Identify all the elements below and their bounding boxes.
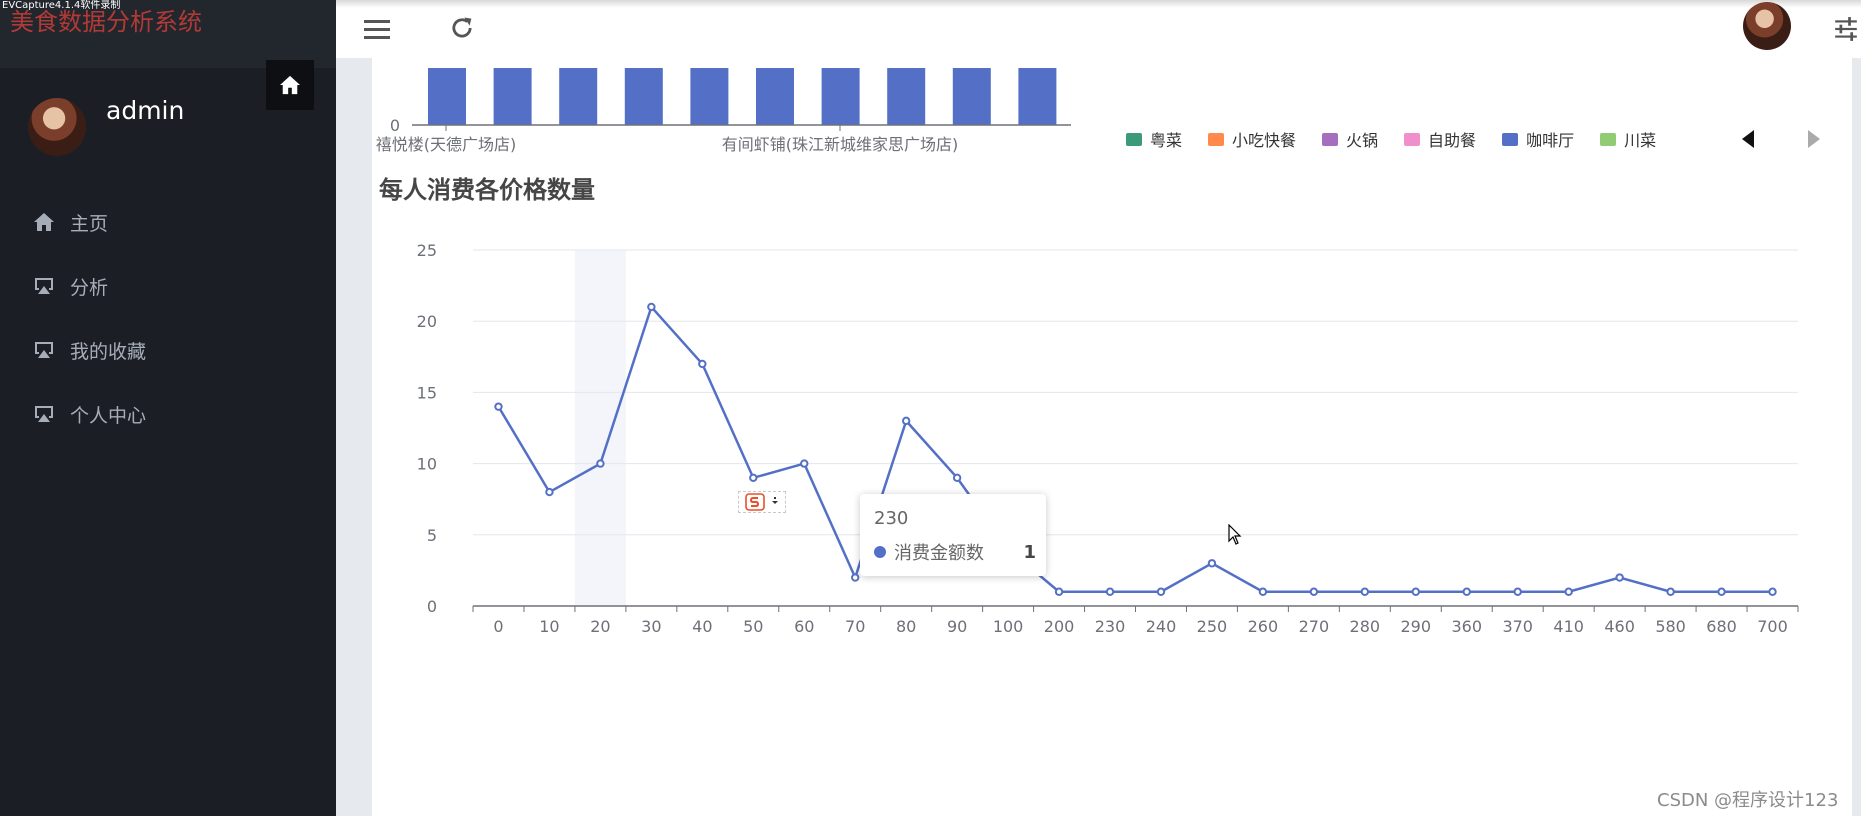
data-point[interactable] [800, 459, 809, 468]
data-point[interactable] [1564, 587, 1573, 596]
data-point[interactable] [1258, 587, 1268, 596]
data-point[interactable] [545, 487, 554, 497]
data-point[interactable] [1462, 587, 1471, 596]
chart-tooltip: 230 消费金额数 1 [860, 494, 1046, 576]
x-tick-label: 700 [1757, 617, 1788, 636]
data-point[interactable] [1156, 587, 1166, 596]
x-tick-label: 60 [794, 617, 814, 636]
x-axis: 0 10 20 30 40 50 60 70 80 90 100 200 230 240 250 260 270… [472, 605, 1799, 636]
x-tick-label: 30 [641, 617, 661, 636]
data-point[interactable] [749, 473, 758, 483]
data-point[interactable] [952, 473, 962, 483]
x-tick-label: 80 [896, 617, 916, 636]
data-point[interactable] [1411, 587, 1420, 596]
data-point[interactable] [1105, 587, 1115, 596]
x-tick-label: 250 [1197, 617, 1228, 636]
x-tick-label: 260 [1248, 617, 1279, 636]
x-tick-label: 280 [1350, 617, 1381, 636]
data-point[interactable] [494, 402, 503, 411]
watermark: CSDN @程序设计123 [1657, 790, 1839, 811]
data-point[interactable] [1513, 587, 1522, 596]
tooltip-value: 1 [1023, 541, 1036, 563]
x-tick-label: 10 [539, 617, 559, 636]
y-tick-label: 5 [427, 526, 437, 545]
data-point[interactable] [1717, 587, 1726, 596]
data-point[interactable] [901, 416, 911, 426]
data-point[interactable] [596, 459, 605, 468]
dropdown-caret-icon [772, 497, 778, 504]
x-tick-label: 200 [1044, 617, 1075, 636]
x-tick-label: 100 [993, 617, 1024, 636]
x-tick-label: 230 [1095, 617, 1126, 636]
price-line-chart: 0510152025 0 10 20 30 40 50 60 70 80 90 100 200 230 2… [417, 241, 1799, 636]
data-point[interactable] [1054, 587, 1064, 596]
chart-gridlines [473, 249, 1798, 536]
data-point[interactable] [851, 573, 860, 582]
data-point[interactable] [1666, 587, 1675, 596]
x-tick-label: 90 [947, 617, 967, 636]
axis-pointer-band [574, 250, 626, 606]
data-point[interactable] [647, 302, 656, 312]
x-tick-label: 460 [1604, 617, 1635, 636]
x-tick-label: 360 [1451, 617, 1482, 636]
x-tick-label: 270 [1299, 617, 1330, 636]
data-point[interactable] [1309, 587, 1319, 596]
tooltip-series-name: 消费金额数 [894, 543, 984, 564]
y-tick-label: 25 [417, 241, 437, 260]
y-tick-label: 15 [417, 383, 437, 402]
data-point[interactable] [698, 359, 707, 369]
tooltip-title: 230 [874, 508, 909, 529]
mouse-cursor-icon [1228, 524, 1242, 545]
x-tick-label: 0 [493, 617, 503, 636]
x-tick-label: 40 [692, 617, 712, 636]
tooltip-series-dot [874, 546, 886, 558]
sogou-ime-icon [745, 493, 765, 511]
data-point[interactable] [1360, 587, 1370, 596]
data-point[interactable] [1768, 587, 1777, 596]
y-axis-ticks: 0 5 10 15 20 25 [417, 241, 437, 616]
x-tick-label: 680 [1706, 617, 1737, 636]
x-tick-label: 240 [1146, 617, 1177, 636]
ime-toolbar[interactable] [738, 491, 786, 513]
x-tick-label: 20 [590, 617, 610, 636]
axis-pointer-shadow [574, 250, 626, 606]
x-tick-label: 50 [743, 617, 763, 636]
data-point[interactable] [1615, 573, 1624, 582]
series-line [497, 305, 1773, 594]
y-tick-label: 20 [417, 312, 437, 331]
data-point[interactable] [1207, 559, 1217, 568]
x-tick-label: 580 [1655, 617, 1686, 636]
x-tick-label: 70 [845, 617, 865, 636]
x-tick-label: 370 [1502, 617, 1533, 636]
tooltip-row: 消费金额数 1 [874, 539, 1036, 565]
series-line-path [497, 305, 1773, 594]
x-tick-label: 290 [1401, 617, 1432, 636]
y-tick-label: 0 [427, 597, 437, 616]
x-tick-label: 410 [1553, 617, 1584, 636]
y-tick-label: 10 [417, 455, 437, 474]
